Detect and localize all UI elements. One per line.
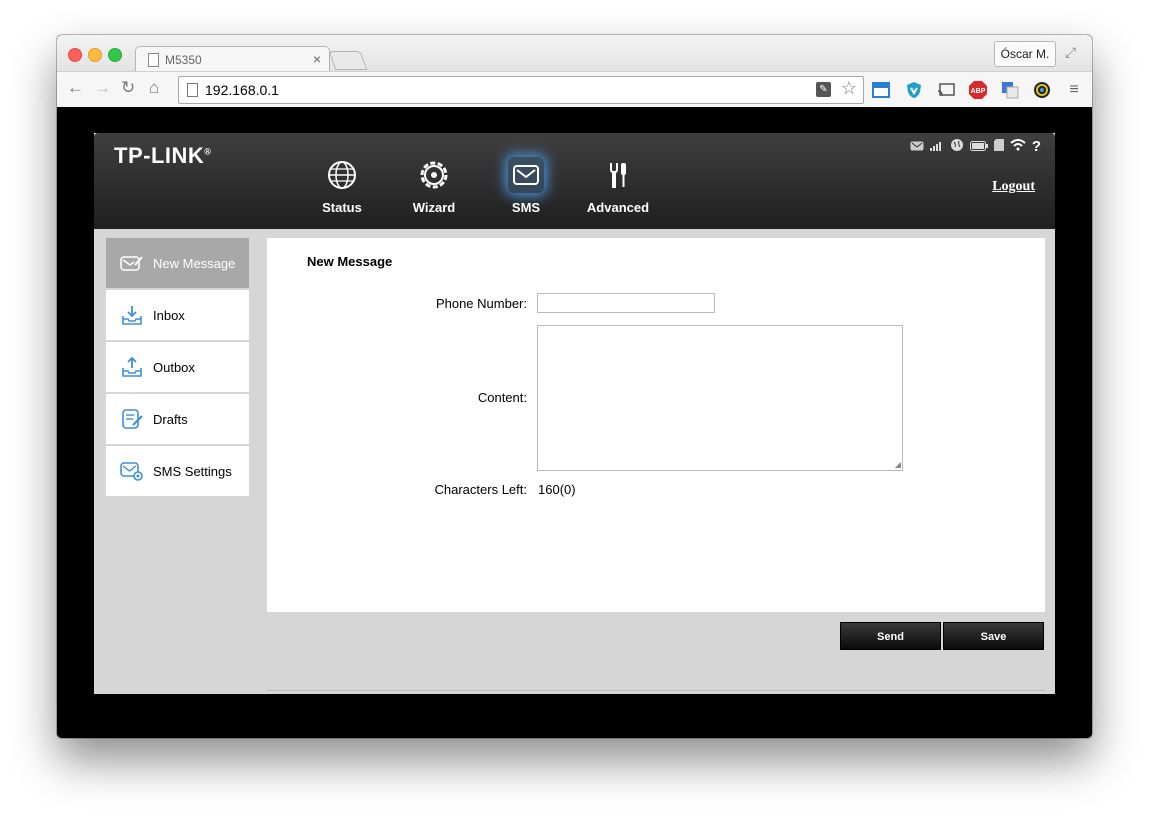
- drafts-icon: [120, 407, 144, 431]
- sidebar-item-label: SMS Settings: [153, 463, 232, 479]
- page-icon: [187, 83, 198, 97]
- internet-globe-icon: [950, 138, 964, 155]
- nav-status-label: Status: [322, 200, 362, 215]
- nav-wizard[interactable]: Wizard: [389, 157, 479, 215]
- router-header: TP-LINK® Status Wizard SMS Advanced ? Lo…: [94, 133, 1055, 229]
- browser-window: M5350 × Óscar M. ⤢ ← → ↻ ⌂ 192.168.0.1 ✎…: [57, 35, 1092, 738]
- nav-sms[interactable]: SMS: [481, 157, 571, 215]
- sidebar-item-label: New Message: [153, 255, 236, 271]
- sidebar-item-label: Drafts: [153, 411, 188, 427]
- page-icon: [148, 53, 159, 67]
- new-message-panel: New Message Phone Number: Content: ◢ Cha…: [267, 238, 1045, 612]
- sidebar-item-outbox[interactable]: Outbox: [106, 342, 249, 392]
- bookmark-star-icon[interactable]: ☆: [841, 78, 857, 99]
- wifi-icon: [1010, 139, 1026, 154]
- new-tab-button[interactable]: [328, 51, 368, 70]
- cast-icon[interactable]: [936, 80, 956, 100]
- back-icon[interactable]: ←: [67, 78, 84, 98]
- page-content: TP-LINK® Status Wizard SMS Advanced ? Lo…: [57, 107, 1092, 738]
- tab-title: M5350: [165, 53, 202, 67]
- sidebar-item-new-message[interactable]: New Message: [106, 238, 249, 288]
- reload-icon[interactable]: ↻: [121, 78, 135, 98]
- nav-sms-label: SMS: [511, 200, 541, 215]
- inbox-icon: [120, 303, 144, 327]
- phone-number-input[interactable]: [537, 293, 715, 313]
- status-bar: ?: [910, 138, 1041, 155]
- nav-status[interactable]: Status: [297, 157, 387, 215]
- tab-close-icon[interactable]: ×: [313, 51, 321, 67]
- tab-strip: M5350 × Óscar M. ⤢: [57, 35, 1092, 73]
- address-bar[interactable]: 192.168.0.1 ✎ ☆: [178, 76, 864, 104]
- adblock-label: ABP: [971, 88, 986, 95]
- envelope-icon: [508, 157, 544, 193]
- close-window-button[interactable]: [68, 48, 82, 62]
- tools-icon: [600, 157, 636, 193]
- sidebar-item-inbox[interactable]: Inbox: [106, 290, 249, 340]
- logout-link[interactable]: Logout: [992, 179, 1035, 195]
- phone-number-label: Phone Number:: [435, 296, 527, 311]
- sidebar-item-drafts[interactable]: Drafts: [106, 394, 249, 444]
- nav-advanced-label: Advanced: [586, 200, 650, 215]
- content-label: Content:: [477, 390, 527, 405]
- menu-icon[interactable]: ≡: [1064, 80, 1084, 100]
- minimize-window-button[interactable]: [88, 48, 102, 62]
- wrench-icon[interactable]: ✎: [816, 82, 831, 97]
- url-text[interactable]: 192.168.0.1: [205, 82, 279, 98]
- sidebar-item-label: Outbox: [153, 359, 195, 375]
- send-button[interactable]: Send: [840, 622, 941, 650]
- translate-icon[interactable]: [1000, 80, 1020, 100]
- outbox-icon: [120, 355, 144, 379]
- divider: [267, 690, 1045, 691]
- compose-icon: [120, 251, 144, 275]
- sidebar-item-sms-settings[interactable]: SMS Settings: [106, 446, 249, 496]
- nav-wizard-label: Wizard: [412, 200, 456, 215]
- color-picker-icon[interactable]: [1032, 80, 1052, 100]
- profile-button[interactable]: Óscar M.: [994, 41, 1056, 67]
- gear-icon: [416, 157, 452, 193]
- adblock-icon[interactable]: ABP: [968, 80, 988, 100]
- browser-tab[interactable]: M5350 ×: [135, 46, 330, 73]
- resize-grip-icon[interactable]: ◢: [895, 460, 901, 469]
- globe-icon: [324, 157, 360, 193]
- sd-card-icon: [993, 139, 1004, 154]
- tab-manager-icon[interactable]: [871, 80, 891, 100]
- sms-settings-icon: [120, 459, 144, 483]
- characters-left-value: 160(0): [538, 482, 576, 497]
- shield-icon[interactable]: [904, 80, 924, 100]
- brand-name: TP-LINK: [114, 143, 205, 168]
- sidebar-item-label: Inbox: [153, 307, 185, 323]
- help-icon[interactable]: ?: [1032, 138, 1041, 155]
- browser-toolbar: ← → ↻ ⌂ 192.168.0.1 ✎ ☆ ABP ≡: [57, 71, 1092, 108]
- save-button[interactable]: Save: [943, 622, 1044, 650]
- brand-mark: ®: [204, 146, 212, 157]
- content-textarea[interactable]: ◢: [537, 325, 903, 471]
- battery-icon: [969, 140, 988, 154]
- signal-icon: [929, 140, 944, 154]
- characters-left-label: Characters Left:: [434, 482, 528, 497]
- brand-logo: TP-LINK®: [114, 143, 211, 169]
- home-icon[interactable]: ⌂: [149, 78, 159, 98]
- router-ui: TP-LINK® Status Wizard SMS Advanced ? Lo…: [94, 133, 1055, 694]
- sms-sidebar: New Message Inbox Outbox Drafts SMS Sett…: [106, 238, 249, 498]
- message-status-icon: [910, 140, 924, 154]
- forward-icon[interactable]: →: [94, 78, 111, 98]
- zoom-window-button[interactable]: [108, 48, 122, 62]
- fullscreen-icon[interactable]: ⤢: [1065, 44, 1076, 61]
- nav-advanced[interactable]: Advanced: [573, 157, 663, 215]
- panel-title: New Message: [307, 254, 393, 269]
